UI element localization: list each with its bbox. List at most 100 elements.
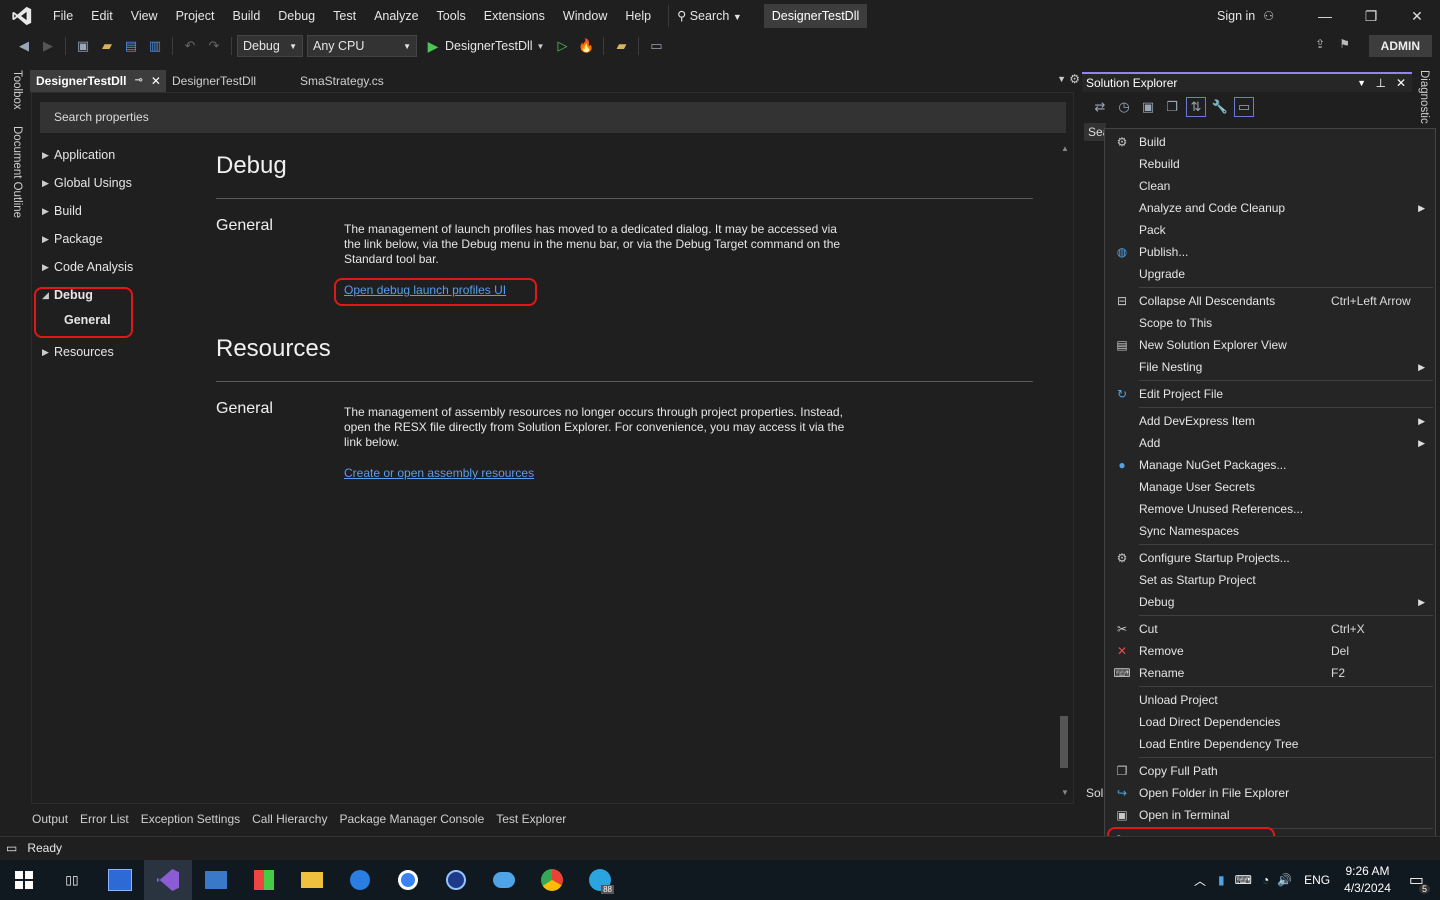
- vertical-scrollbar[interactable]: ▲ ▼: [1057, 142, 1073, 802]
- toolbox-tab[interactable]: Toolbox: [11, 70, 23, 110]
- context-item-rebuild[interactable]: Rebuild: [1105, 153, 1435, 175]
- switch-views-icon[interactable]: ⇄: [1090, 97, 1110, 117]
- configuration-dropdown[interactable]: Debug ▼: [237, 35, 303, 57]
- solution-search-input[interactable]: Sea: [1084, 123, 1109, 141]
- bottom-tab-output[interactable]: Output: [26, 808, 74, 830]
- context-item-build[interactable]: ⚙ Build: [1105, 131, 1435, 153]
- live-share-icon[interactable]: ⚑: [1339, 37, 1350, 51]
- new-project-icon[interactable]: ▣: [73, 36, 93, 56]
- panel-menu-icon[interactable]: ▼: [1357, 74, 1366, 92]
- app-icon-1[interactable]: [96, 860, 144, 900]
- volume-icon[interactable]: 🔊: [1277, 873, 1292, 887]
- context-item-open-folder-in-file-explorer[interactable]: ↪ Open Folder in File Explorer: [1105, 782, 1435, 804]
- windows-start-icon[interactable]: [0, 860, 48, 900]
- history-icon[interactable]: ◷: [1114, 97, 1134, 117]
- search-box[interactable]: ⚲ Search ▼: [668, 5, 750, 27]
- redo-icon[interactable]: ↷: [204, 36, 224, 56]
- close-window-button[interactable]: ✕: [1394, 0, 1440, 32]
- menu-analyze[interactable]: Analyze: [365, 0, 427, 32]
- context-item-manage-nuget-packages[interactable]: ● Manage NuGet Packages...: [1105, 454, 1435, 476]
- create-assembly-resources-link[interactable]: Create or open assembly resources: [344, 466, 534, 480]
- sign-in-link[interactable]: Sign in: [1217, 9, 1255, 23]
- nav-item-application[interactable]: ▶ Application: [42, 148, 115, 162]
- restore-button[interactable]: ❐: [1348, 0, 1394, 32]
- close-icon[interactable]: ✕: [1396, 74, 1406, 92]
- context-item-upgrade[interactable]: Upgrade: [1105, 263, 1435, 285]
- settings-gear-icon[interactable]: ⚙: [1069, 72, 1080, 86]
- wifi-icon[interactable]: ◔: [1262, 873, 1269, 887]
- language-indicator[interactable]: ENG: [1304, 873, 1330, 887]
- context-item-set-as-startup-project[interactable]: Set as Startup Project: [1105, 569, 1435, 591]
- sync-icon[interactable]: ⇅: [1186, 97, 1206, 117]
- context-item-analyze-and-code-cleanup[interactable]: Analyze and Code Cleanup ▶: [1105, 197, 1435, 219]
- platform-dropdown[interactable]: Any CPU ▼: [307, 35, 417, 57]
- context-item-manage-user-secrets[interactable]: Manage User Secrets: [1105, 476, 1435, 498]
- search-properties-input[interactable]: Search properties: [40, 102, 1066, 133]
- context-item-new-solution-explorer-view[interactable]: ▤ New Solution Explorer View: [1105, 334, 1435, 356]
- account-icon[interactable]: ⚇: [1263, 9, 1274, 23]
- tab-designertestdll-properties[interactable]: DesignerTestDll ⊸ ✕: [30, 70, 166, 92]
- run-target-label[interactable]: DesignerTestDll: [445, 39, 533, 53]
- minimize-button[interactable]: —: [1302, 0, 1348, 32]
- menu-extensions[interactable]: Extensions: [475, 0, 554, 32]
- keyboard-icon[interactable]: ⌨: [1235, 873, 1252, 887]
- context-item-copy-full-path[interactable]: ❐ Copy Full Path: [1105, 760, 1435, 782]
- remote-desktop-icon[interactable]: [192, 860, 240, 900]
- save-icon[interactable]: ▤: [121, 36, 141, 56]
- menu-test[interactable]: Test: [324, 0, 365, 32]
- menu-debug[interactable]: Debug: [269, 0, 324, 32]
- menu-file[interactable]: File: [44, 0, 82, 32]
- chrome-icon[interactable]: [528, 860, 576, 900]
- solution-name[interactable]: DesignerTestDll: [763, 4, 868, 28]
- show-hidden-icons-icon[interactable]: ︿: [1194, 872, 1206, 889]
- task-view-icon[interactable]: ▯▯: [48, 860, 96, 900]
- context-item-configure-startup-projects[interactable]: ⚙ Configure Startup Projects...: [1105, 547, 1435, 569]
- context-item-add[interactable]: Add ▶: [1105, 432, 1435, 454]
- context-item-open-in-terminal[interactable]: ▣ Open in Terminal: [1105, 804, 1435, 826]
- context-item-remove-unused-references[interactable]: Remove Unused References...: [1105, 498, 1435, 520]
- tab-overflow-icon[interactable]: ▼: [1057, 74, 1066, 84]
- save-all-icon[interactable]: ▥: [145, 36, 165, 56]
- pin-icon[interactable]: ⊥: [1376, 74, 1386, 92]
- bottom-tab-call-hierarchy[interactable]: Call Hierarchy: [246, 808, 333, 830]
- close-icon[interactable]: ✕: [151, 70, 161, 92]
- context-item-edit-project-file[interactable]: ↻ Edit Project File: [1105, 383, 1435, 405]
- solution-explorer-bottom-tab[interactable]: Sol: [1086, 786, 1103, 800]
- context-item-debug[interactable]: Debug ▶: [1105, 591, 1435, 613]
- preview-icon[interactable]: ▭: [1234, 97, 1254, 117]
- menu-window[interactable]: Window: [554, 0, 616, 32]
- nav-item-build[interactable]: ▶ Build: [42, 204, 82, 218]
- context-item-unload-project[interactable]: Unload Project: [1105, 689, 1435, 711]
- context-item-load-entire-dependency-tree[interactable]: Load Entire Dependency Tree: [1105, 733, 1435, 755]
- telegram-icon[interactable]: 88: [576, 860, 624, 900]
- visual-studio-logo-icon[interactable]: [0, 0, 44, 32]
- diagnostic-tools-tab[interactable]: Diagnostic: [1418, 70, 1430, 124]
- app-icon-2[interactable]: [240, 860, 288, 900]
- layout-icon[interactable]: ▭: [646, 36, 666, 56]
- bottom-tab-exception-settings[interactable]: Exception Settings: [135, 808, 246, 830]
- open-folder-icon[interactable]: ▰: [97, 36, 117, 56]
- chevron-down-icon[interactable]: ▼: [537, 42, 545, 51]
- pin-icon[interactable]: ⊸: [134, 70, 142, 92]
- context-item-rename[interactable]: ⌨ Rename F2: [1105, 662, 1435, 684]
- document-outline-tab[interactable]: Document Outline: [11, 126, 23, 218]
- context-item-sync-namespaces[interactable]: Sync Namespaces: [1105, 520, 1435, 542]
- context-item-clean[interactable]: Clean: [1105, 175, 1435, 197]
- context-item-cut[interactable]: ✂ Cut Ctrl+X: [1105, 618, 1435, 640]
- context-item-publish[interactable]: ◍ Publish...: [1105, 241, 1435, 263]
- menu-help[interactable]: Help: [616, 0, 660, 32]
- properties-wrench-icon[interactable]: 🔧: [1210, 97, 1230, 117]
- back-icon[interactable]: ◀: [14, 36, 34, 56]
- cloud-app-icon[interactable]: [480, 860, 528, 900]
- scrollbar-thumb[interactable]: [1060, 716, 1068, 768]
- menu-tools[interactable]: Tools: [428, 0, 475, 32]
- context-item-remove[interactable]: ✕ Remove Del: [1105, 640, 1435, 662]
- show-all-files-icon[interactable]: ❐: [1162, 97, 1182, 117]
- bottom-tab-test-explorer[interactable]: Test Explorer: [490, 808, 572, 830]
- menu-build[interactable]: Build: [223, 0, 269, 32]
- battery-icon[interactable]: ▮: [1218, 873, 1225, 887]
- start-without-debugging-icon[interactable]: ▷: [552, 36, 572, 56]
- menu-project[interactable]: Project: [167, 0, 224, 32]
- collapse-all-icon[interactable]: ▣: [1138, 97, 1158, 117]
- nav-item-code-analysis[interactable]: ▶ Code Analysis: [42, 260, 133, 274]
